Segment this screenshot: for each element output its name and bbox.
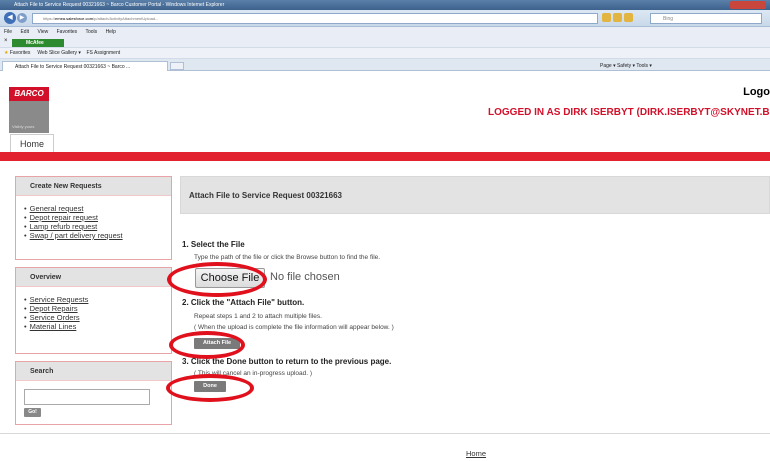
brand-logo-text: BARCO <box>9 87 49 101</box>
header-divider <box>0 152 770 161</box>
address-bar-icons <box>602 13 648 24</box>
stop-icon[interactable] <box>624 13 633 22</box>
command-bar[interactable]: Page ▾ Safety ▾ Tools ▾ <box>600 61 770 71</box>
mcafee-toolbar <box>0 37 770 48</box>
list-item: • General request <box>24 204 84 213</box>
link-material-lines[interactable]: Material Lines <box>30 322 77 331</box>
search-box[interactable]: Bing <box>650 13 762 24</box>
step2-title: 2. Click the "Attach File" button. <box>182 298 305 307</box>
link-depot-repairs[interactable]: Depot Repairs <box>30 304 78 313</box>
favorites-bar: ★ Favorites Web Slice Gallery ▾ FS Assig… <box>0 48 770 59</box>
back-arrow-icon[interactable]: ◀ <box>4 12 16 24</box>
forward-arrow-icon[interactable]: ▶ <box>17 13 27 23</box>
url-input[interactable]: https://emea.salesforce.com/p/attach/Act… <box>32 13 598 24</box>
file-status: No file chosen <box>270 271 340 283</box>
menu-bar: File Edit View Favorites Tools Help <box>0 27 770 37</box>
create-requests-panel: Create New Requests • General request • De… <box>15 176 172 260</box>
search-input[interactable] <box>24 389 150 405</box>
list-item: • Service Requests <box>24 295 89 304</box>
menu-favorites[interactable]: Favorites <box>57 29 78 35</box>
link-service-orders[interactable]: Service Orders <box>30 313 80 322</box>
footer-divider <box>0 433 770 434</box>
panel-title: Search <box>16 362 171 381</box>
step2-note: ( When the upload is complete the file i… <box>194 324 394 331</box>
tab-home[interactable]: Home <box>10 134 54 152</box>
overview-panel: Overview • Service Requests • Depot Repair… <box>15 267 172 354</box>
window-title: Attach File to Service Request 00321663 … <box>14 2 225 8</box>
lock-icon[interactable] <box>602 13 611 22</box>
panel-title: Overview <box>16 268 171 287</box>
footer-home-link[interactable]: Home <box>466 449 486 458</box>
page-title: Attach File to Service Request 00321663 <box>180 176 770 214</box>
menu-view[interactable]: View <box>37 29 48 35</box>
step1-instructions: Type the path of the file or click the B… <box>194 254 381 261</box>
step2-instructions: Repeat steps 1 and 2 to attach multiple … <box>194 313 322 320</box>
browser-tab-active[interactable]: Attach File to Service Request 00321663 … <box>2 61 168 71</box>
menu-tools[interactable]: Tools <box>85 29 97 35</box>
list-item: • Lamp refurb request <box>24 222 98 231</box>
link-depot-repair-request[interactable]: Depot repair request <box>30 213 98 222</box>
menu-file[interactable]: File <box>4 29 12 35</box>
star-icon: ★ <box>4 50 9 56</box>
url-domain: emea.salesforce.com <box>55 16 94 21</box>
list-item: • Depot Repairs <box>24 304 78 313</box>
link-general-request[interactable]: General request <box>30 204 84 213</box>
annotation-circle <box>169 331 245 359</box>
window-controls[interactable] <box>730 1 766 9</box>
go-button[interactable]: Go! <box>24 408 41 417</box>
step1-title: 1. Select the File <box>182 240 245 249</box>
mcafee-button[interactable]: McAfee <box>12 39 64 47</box>
link-service-requests[interactable]: Service Requests <box>30 295 89 304</box>
window-title-bar: Attach File to Service Request 00321663 … <box>0 0 770 10</box>
logged-in-status: LOGGED IN AS DIRK ISERBYT (DIRK.ISERBYT@… <box>488 107 770 118</box>
annotation-circle <box>166 374 254 402</box>
list-item: • Service Orders <box>24 313 80 322</box>
list-item: • Depot repair request <box>24 213 99 222</box>
new-tab-button[interactable] <box>170 62 184 70</box>
list-item: • Material Lines <box>24 322 77 331</box>
menu-help[interactable]: Help <box>106 29 116 35</box>
url-path: /p/attach/ActivityAttachmentUpload... <box>93 16 159 21</box>
link-lamp-refurb-request[interactable]: Lamp refurb request <box>30 222 98 231</box>
logout-link[interactable]: Logo <box>743 86 770 98</box>
favorites-button[interactable]: Favorites <box>10 50 31 56</box>
search-placeholder: Bing <box>663 16 674 22</box>
close-icon[interactable]: × <box>4 38 8 44</box>
menu-edit[interactable]: Edit <box>20 29 29 35</box>
url-prefix: https:// <box>43 16 56 21</box>
annotation-circle <box>167 262 267 297</box>
fav-web-slice-gallery[interactable]: Web Slice Gallery ▾ <box>37 50 81 56</box>
list-item: • Swap / part delivery request <box>24 231 123 240</box>
refresh-icon[interactable] <box>613 13 622 22</box>
fav-fs-assignment[interactable]: FS Assignment <box>87 50 121 56</box>
panel-title: Create New Requests <box>16 177 171 196</box>
brand-tagline: Visibly yours <box>12 124 35 129</box>
link-swap-part-delivery[interactable]: Swap / part delivery request <box>30 231 123 240</box>
search-panel: Search Go! <box>15 361 172 425</box>
